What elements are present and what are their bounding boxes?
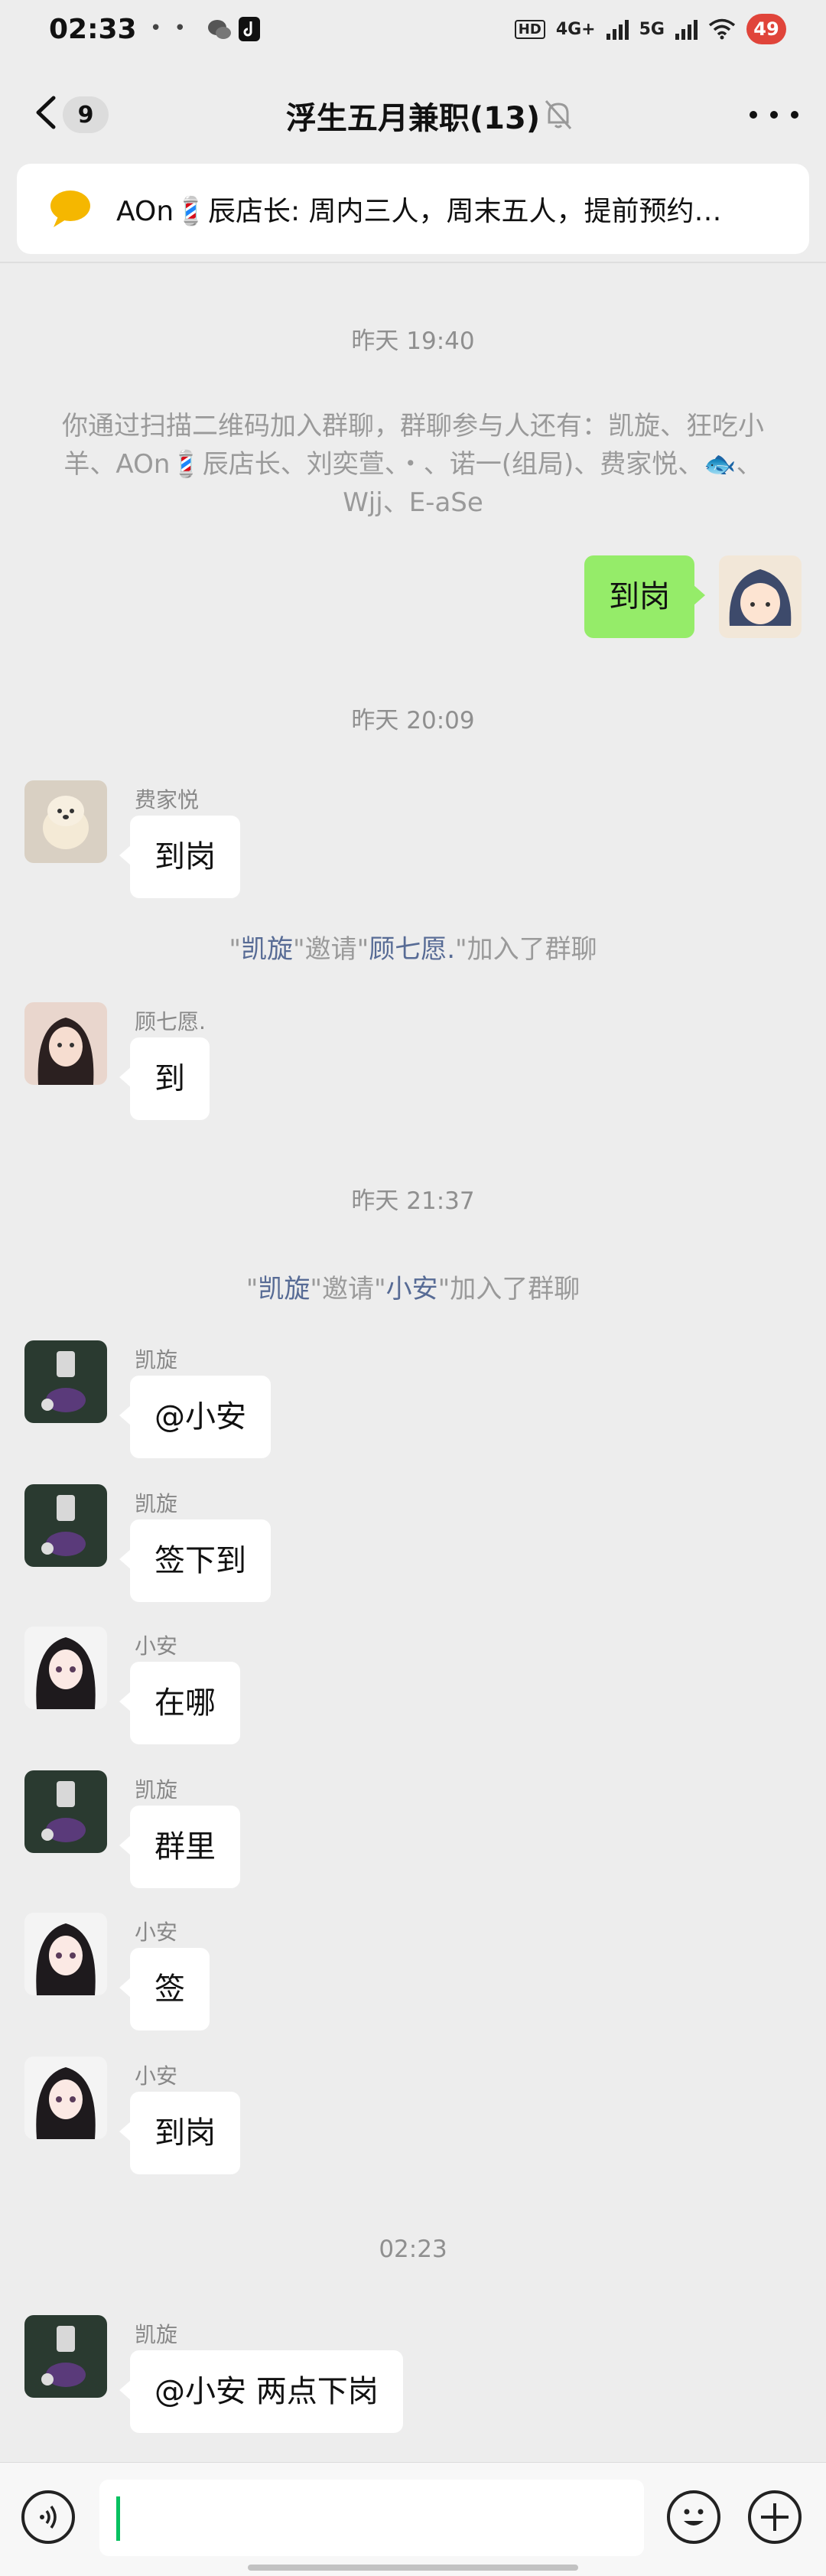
battery-indicator: 49 xyxy=(746,14,786,44)
invitee-link[interactable]: 顾七愿. xyxy=(369,934,455,965)
message-bubble[interactable]: @小安 xyxy=(119,1376,271,1458)
emoji-icon[interactable] xyxy=(667,2490,720,2544)
hd-badge: HD xyxy=(514,19,545,39)
avatar-xiaoan[interactable] xyxy=(24,1913,107,1995)
avatar-xiaoan[interactable] xyxy=(24,2057,107,2139)
input-bar xyxy=(0,2462,826,2576)
inviter-link[interactable]: 凯旋 xyxy=(241,934,293,965)
network-4g-label: 4G+ xyxy=(555,19,596,39)
voice-input-icon[interactable] xyxy=(21,2490,75,2544)
sender-name: 凯旋 xyxy=(135,2322,178,2347)
header-divider xyxy=(0,262,826,263)
home-indicator[interactable] xyxy=(248,2565,578,2571)
avatar-gu[interactable] xyxy=(24,1002,107,1085)
wifi-icon xyxy=(708,18,736,40)
message-bubble[interactable]: 到岗 xyxy=(119,2092,240,2174)
avatar-fei-image xyxy=(24,780,107,863)
chat-title: 浮生五月兼职(13) xyxy=(285,101,541,136)
sender-name: 小安 xyxy=(135,2063,178,2089)
pinned-announcement[interactable]: AOn💈辰店长: 周内三人，周末五人，提前预约… xyxy=(17,164,809,254)
avatar-xiaoan-image xyxy=(24,1627,107,1709)
avatar-xiaoan[interactable] xyxy=(24,1627,107,1709)
avatar-fei[interactable] xyxy=(24,780,107,863)
signal-bars-icon-2 xyxy=(675,18,698,40)
message-bubble[interactable]: 到岗 xyxy=(119,816,240,898)
more-options-icon[interactable] xyxy=(750,101,798,129)
sender-name: 小安 xyxy=(135,1633,178,1659)
avatar-gu-image xyxy=(24,1002,107,1085)
avatar-kaixuan[interactable] xyxy=(24,1484,107,1567)
timestamp: 昨天 19:40 xyxy=(351,327,475,355)
avatar-self[interactable] xyxy=(719,555,802,638)
pinned-announcement-text: AOn💈辰店长: 周内三人，周末五人，提前预约… xyxy=(116,196,722,227)
system-invite-notice: "凯旋"邀请"顾七愿."加入了群聊 xyxy=(229,934,597,965)
system-indicators: HD 4G+ 5G 49 xyxy=(514,14,786,44)
status-bar: 02:33 • • HD 4G+ 5G 49 xyxy=(0,0,826,64)
message-bubble[interactable]: 群里 xyxy=(119,1806,240,1888)
add-more-icon[interactable] xyxy=(748,2490,802,2544)
avatar-kaixuan-image xyxy=(24,1770,107,1853)
timestamp: 02:23 xyxy=(379,2236,447,2263)
avatar-kaixuan-image xyxy=(24,1340,107,1423)
system-join-notice: 你通过扫描二维码加入群聊，群聊参与人还有：凯旋、狂吃小羊、AOn💈辰店长、刘奕萱… xyxy=(62,411,764,518)
inviter-link[interactable]: 凯旋 xyxy=(258,1274,310,1304)
avatar-kaixuan[interactable] xyxy=(24,2315,107,2398)
mute-bell-icon xyxy=(545,100,572,129)
message-bubble-self[interactable]: 到岗 xyxy=(584,555,705,638)
wechat-icon xyxy=(208,20,231,39)
sender-name: 小安 xyxy=(135,1920,178,1945)
avatar-kaixuan-image xyxy=(24,2315,107,2398)
message-bubble[interactable]: 到 xyxy=(119,1037,210,1120)
chat-header: 9 浮生五月兼职(13) xyxy=(0,64,826,162)
system-invite-notice: "凯旋"邀请"小安"加入了群聊 xyxy=(246,1274,580,1304)
avatar-self-image xyxy=(719,555,802,638)
message-bubble[interactable]: 签 xyxy=(119,1948,210,2031)
avatar-xiaoan-image xyxy=(24,2057,107,2139)
network-5g-label: 5G xyxy=(639,19,665,39)
text-caret xyxy=(116,2496,120,2541)
avatar-xiaoan-image xyxy=(24,1913,107,1995)
voice-wave-icon xyxy=(40,2505,57,2529)
timestamp: 昨天 20:09 xyxy=(351,707,475,734)
sender-name: 费家悦 xyxy=(135,787,200,813)
invitee-link[interactable]: 小安 xyxy=(386,1274,438,1304)
status-time: 02:33 xyxy=(49,14,137,45)
timestamp: 昨天 21:37 xyxy=(351,1187,475,1215)
avatar-kaixuan[interactable] xyxy=(24,1340,107,1423)
message-input[interactable] xyxy=(99,2480,644,2556)
message-bubble[interactable]: @小安 两点下岗 xyxy=(119,2350,403,2433)
sender-name: 凯旋 xyxy=(135,1347,178,1373)
notification-dots: • • xyxy=(150,17,189,40)
signal-bars-icon xyxy=(606,18,629,40)
avatar-kaixuan[interactable] xyxy=(24,1770,107,1853)
smiley-face-icon xyxy=(684,2509,704,2526)
tiktok-icon xyxy=(239,17,260,41)
message-bubble[interactable]: 签下到 xyxy=(119,1519,271,1602)
avatar-kaixuan-image xyxy=(24,1484,107,1567)
sender-name: 顾七愿. xyxy=(135,1009,206,1034)
message-bubble[interactable]: 在哪 xyxy=(119,1662,240,1744)
sender-name: 凯旋 xyxy=(135,1491,178,1516)
announcement-bubble-icon xyxy=(50,191,90,227)
sender-name: 凯旋 xyxy=(135,1777,178,1803)
